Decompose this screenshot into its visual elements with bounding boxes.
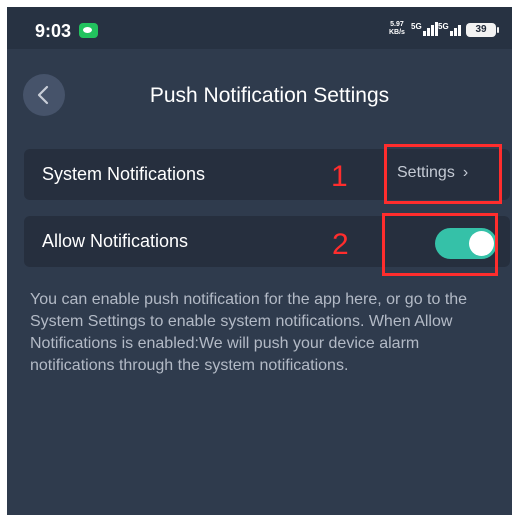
annotation-box-2: [382, 213, 498, 276]
network-speed-unit: KB/s: [389, 29, 405, 36]
sim2-generation: 5G: [438, 22, 449, 31]
battery-icon: 39: [466, 23, 499, 37]
annotation-marker-1: 1: [331, 160, 348, 193]
chevron-left-icon: [37, 85, 49, 105]
network-speed-value: 5.97: [390, 21, 404, 28]
notification-description: You can enable push notification for the…: [30, 291, 468, 374]
page-title: Push Notification Settings: [149, 84, 390, 107]
app-screen: 9:03 5.97 KB/s 5G 5G 39 Push Notificatio…: [7, 7, 512, 515]
signal-icon-sim2: 5G: [438, 22, 464, 36]
status-bar: 9:03 5.97 KB/s 5G 5G 39: [7, 7, 512, 49]
system-notifications-label: System Notifications: [42, 164, 206, 184]
annotation-box-1: [384, 144, 502, 204]
status-time: 9:03: [35, 21, 72, 41]
wechat-icon: [79, 23, 98, 38]
page-header: Push Notification Settings: [7, 67, 512, 123]
signal-icon-sim1: 5G: [411, 22, 438, 36]
network-speed: 5.97 KB/s: [389, 21, 405, 37]
sim1-generation: 5G: [411, 22, 422, 31]
annotation-marker-2: 2: [332, 228, 349, 261]
back-button[interactable]: [23, 74, 65, 116]
allow-notifications-label: Allow Notifications: [42, 231, 189, 251]
